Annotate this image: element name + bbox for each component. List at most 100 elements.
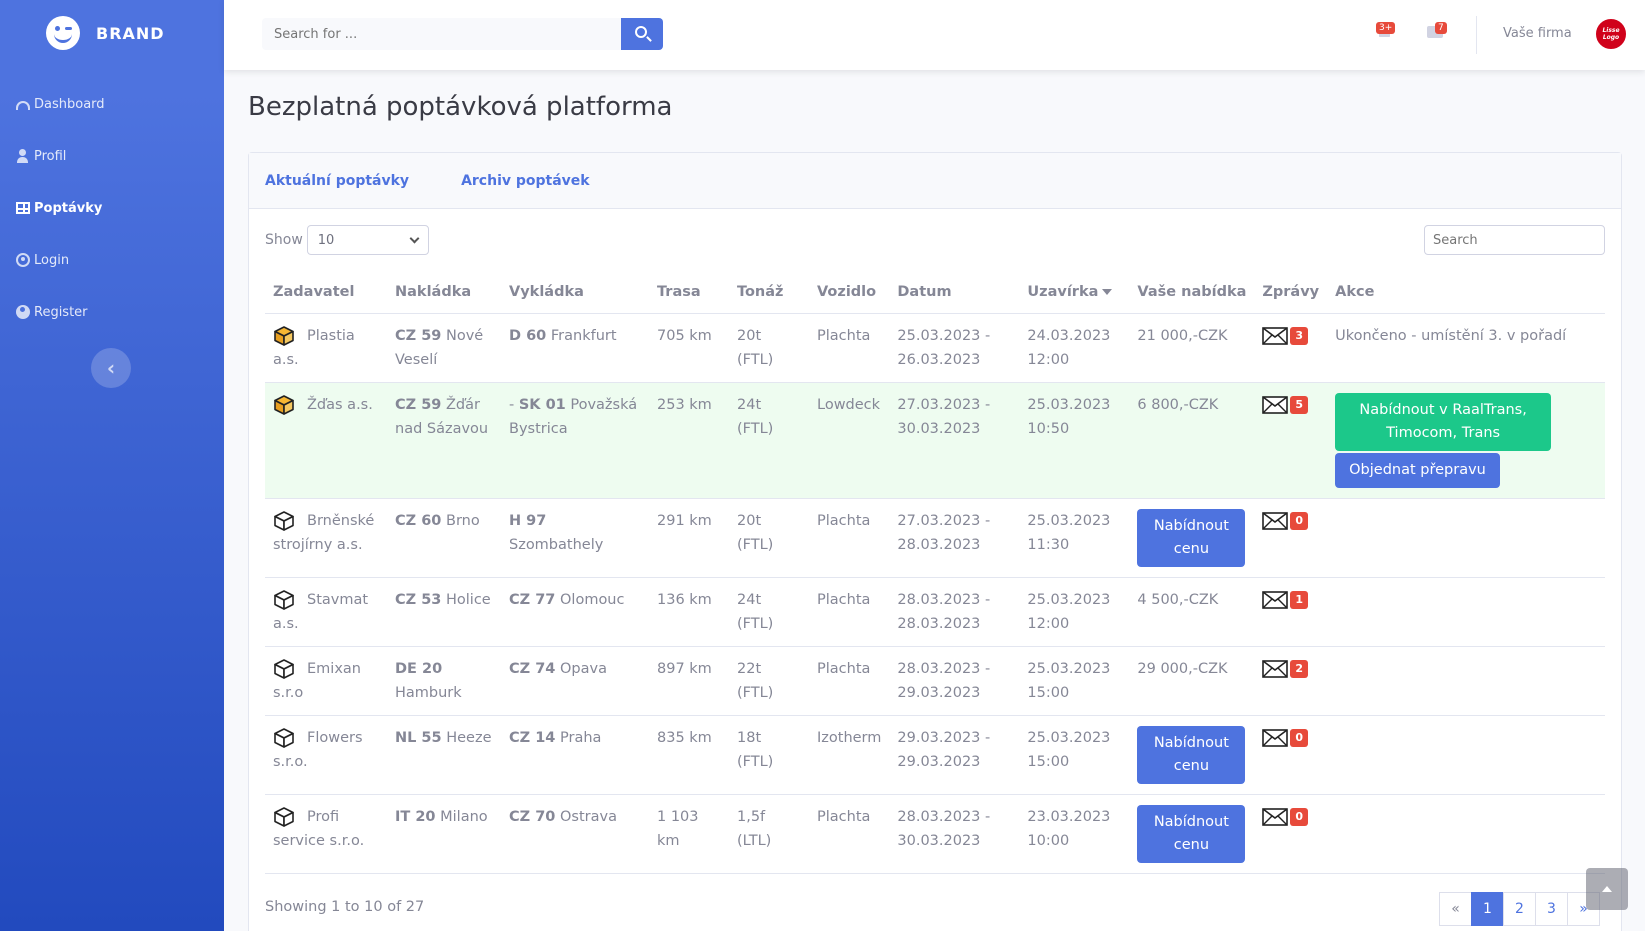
sidebar-item-label: Profil xyxy=(34,148,67,164)
sidebar-item-profil[interactable]: Profil xyxy=(0,130,224,182)
page-2[interactable]: 2 xyxy=(1503,892,1536,926)
col-nakladka[interactable]: Nakládka xyxy=(387,271,501,314)
avatar[interactable]: Lisse Logo xyxy=(1595,18,1627,50)
offer-in-exchanges-button[interactable]: Nabídnout v RaalTrans, Timocom, Trans xyxy=(1335,392,1552,451)
table-info: Showing 1 to 10 of 27 xyxy=(265,899,425,915)
cell-vehicle: Plachta xyxy=(809,794,890,874)
message-count-badge: 2 xyxy=(1290,659,1309,678)
col-tonaz[interactable]: Tonáž xyxy=(729,271,809,314)
cell-action xyxy=(1327,498,1605,578)
sidebar-item-login[interactable]: Login xyxy=(0,234,224,286)
sidebar-item-poptavky[interactable]: Poptávky xyxy=(0,182,224,234)
load-code: CZ 59 xyxy=(395,327,442,344)
col-datum[interactable]: Datum xyxy=(889,271,1020,314)
search-input[interactable] xyxy=(262,18,621,50)
unload-city: Opava xyxy=(560,660,607,677)
sidebar-item-dashboard[interactable]: Dashboard xyxy=(0,78,224,130)
cell-tonnage: 22t (FTL) xyxy=(729,646,809,716)
load-city: Heeze xyxy=(446,729,492,746)
offer-price-button[interactable]: Nabídnout cenu xyxy=(1137,725,1246,784)
load-city: Holice xyxy=(446,591,491,608)
page-1[interactable]: 1 xyxy=(1471,892,1504,926)
envelope-icon[interactable] xyxy=(1262,659,1289,678)
cell-action xyxy=(1327,715,1605,795)
sidebar-item-register[interactable]: Register xyxy=(0,286,224,338)
cell-tonnage: 20t (FTL) xyxy=(729,313,809,383)
envelope-icon[interactable] xyxy=(1262,511,1289,530)
cell-action xyxy=(1327,794,1605,874)
page-prev[interactable]: « xyxy=(1439,892,1472,926)
unload-city: Frankfurt xyxy=(550,327,617,344)
cell-offer: 4 500,-CZK xyxy=(1129,577,1255,647)
deadline-date: 23.03.2023 xyxy=(1027,808,1111,825)
cell-unload: CZ 70 Ostrava xyxy=(501,794,649,874)
table-row: Plastia a.s. CZ 59 Nové Veselí D 60 Fran… xyxy=(265,313,1605,383)
unload-prefix: - xyxy=(509,396,519,413)
messages-badge: 7 xyxy=(1435,22,1447,34)
col-nabidka[interactable]: Vaše nabídka xyxy=(1129,271,1255,314)
date-from: 28.03.2023 - xyxy=(897,660,991,677)
cell-client: Flowers s.r.o. xyxy=(265,715,387,795)
sidebar-toggle-button[interactable]: ‹ xyxy=(91,348,131,388)
message-count-badge: 5 xyxy=(1290,395,1309,414)
col-zpravy[interactable]: Zprávy xyxy=(1254,271,1328,314)
cell-offer: 6 800,-CZK xyxy=(1129,382,1255,499)
package-icon xyxy=(273,727,295,749)
cell-route: 835 km xyxy=(649,715,729,795)
table-search-input[interactable] xyxy=(1424,225,1605,255)
col-vozidlo[interactable]: Vozidlo xyxy=(809,271,890,314)
message-count-badge: 1 xyxy=(1290,590,1309,609)
sidebar-item-label: Register xyxy=(34,304,88,320)
load-code: NL 55 xyxy=(395,729,442,746)
cell-vehicle: Plachta xyxy=(809,577,890,647)
package-icon xyxy=(273,510,295,532)
brand[interactable]: BRAND xyxy=(0,0,224,66)
col-trasa[interactable]: Trasa xyxy=(649,271,729,314)
offer-price-button[interactable]: Nabídnout cenu xyxy=(1137,804,1246,863)
page-3[interactable]: 3 xyxy=(1535,892,1568,926)
table-row: Emixan s.r.o DE 20 Hamburk CZ 74 Opava 8… xyxy=(265,646,1605,716)
col-uzavirka[interactable]: Uzavírka xyxy=(1019,271,1130,314)
envelope-icon[interactable] xyxy=(1262,395,1289,414)
envelope-icon[interactable] xyxy=(1262,326,1289,345)
col-vykladka[interactable]: Vykládka xyxy=(501,271,649,314)
table-row: Profi service s.r.o. IT 20 Milano CZ 70 … xyxy=(265,794,1605,874)
cell-deadline: 23.03.2023 10:00 xyxy=(1019,794,1130,874)
envelope-icon[interactable] xyxy=(1262,807,1289,826)
scroll-to-top-button[interactable] xyxy=(1586,868,1628,910)
search-button[interactable] xyxy=(621,18,663,50)
envelope-icon[interactable] xyxy=(1262,728,1289,747)
col-akce[interactable]: Akce xyxy=(1327,271,1605,314)
message-count-badge: 0 xyxy=(1290,807,1309,826)
offer-price-button[interactable]: Nabídnout cenu xyxy=(1137,508,1246,567)
tab-archive[interactable]: Archiv poptávek xyxy=(461,173,590,189)
cell-vehicle: Lowdeck xyxy=(809,382,890,499)
cell-client: Brněnské strojírny a.s. xyxy=(265,498,387,578)
avatar-logo-text: Lisse Logo xyxy=(1602,27,1620,41)
col-zadavatel[interactable]: Zadavatel xyxy=(265,271,387,314)
tab-current-requests[interactable]: Aktuální poptávky xyxy=(265,173,409,189)
cell-action: Nabídnout v RaalTrans, Timocom, Trans Obj… xyxy=(1327,382,1605,499)
date-from: 27.03.2023 - xyxy=(897,396,991,413)
date-from: 27.03.2023 - xyxy=(897,512,991,529)
envelope-icon[interactable] xyxy=(1262,590,1289,609)
offer-value: 21 000,-CZK xyxy=(1137,327,1228,344)
cell-date: 28.03.2023 - 28.03.2023 xyxy=(889,577,1020,647)
cell-messages: 0 xyxy=(1254,794,1328,874)
requests-card: Aktuální poptávky Archiv poptávek Show 1… xyxy=(248,152,1622,931)
cell-load: CZ 59 Nové Veselí xyxy=(387,313,501,383)
deadline-time: 11:30 xyxy=(1027,536,1070,553)
user-circle-icon xyxy=(16,253,30,267)
unload-city: Olomouc xyxy=(560,591,625,608)
company-name[interactable]: Vaše firma xyxy=(1503,26,1572,41)
order-transport-button[interactable]: Objednat přepravu xyxy=(1335,452,1500,488)
cell-deadline: 25.03.2023 10:50 xyxy=(1019,382,1130,499)
cell-messages: 0 xyxy=(1254,498,1328,578)
cell-route: 253 km xyxy=(649,382,729,499)
col-uzavirka-label: Uzavírka xyxy=(1027,283,1099,300)
load-code: IT 20 xyxy=(395,808,436,825)
cell-messages: 2 xyxy=(1254,646,1328,716)
brand-text: BRAND xyxy=(96,23,165,43)
page-length-select[interactable]: 10 xyxy=(306,225,429,255)
show-label: Show xyxy=(265,232,303,248)
